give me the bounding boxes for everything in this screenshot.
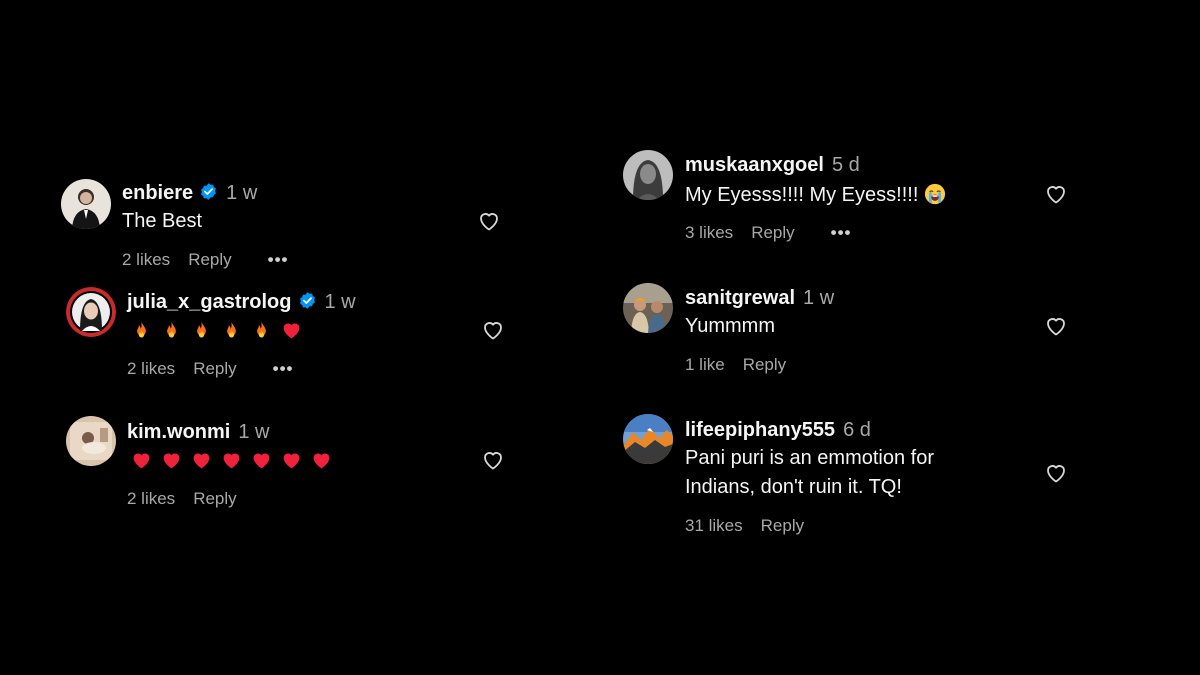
more-options-button[interactable]: ••• bbox=[268, 249, 289, 271]
heart-icon[interactable] bbox=[1044, 314, 1068, 338]
red-heart-emoji-icon bbox=[281, 320, 302, 341]
likes-count[interactable]: 2 likes bbox=[122, 249, 170, 271]
reply-button[interactable]: Reply bbox=[188, 249, 231, 271]
emoji-row bbox=[131, 450, 332, 471]
comment-text-line-2: Indians, don't ruin it. TQ! bbox=[685, 476, 902, 498]
comment-text-row: My Eyesss!!!! My Eyess!!!! bbox=[685, 180, 946, 210]
likes-count[interactable]: 31 likes bbox=[685, 515, 743, 537]
fire-emoji-icon bbox=[251, 320, 272, 341]
username[interactable]: lifeepiphany555 bbox=[685, 419, 835, 441]
fire-emoji-icon bbox=[131, 320, 152, 341]
comment-text: My Eyesss!!!! My Eyess!!!! bbox=[685, 184, 919, 206]
reply-button[interactable]: Reply bbox=[743, 354, 786, 376]
fire-emoji-icon bbox=[161, 320, 182, 341]
username[interactable]: enbiere bbox=[122, 182, 193, 204]
emoji-row bbox=[131, 320, 302, 341]
avatar-julia[interactable] bbox=[66, 287, 116, 337]
red-heart-emoji-icon bbox=[251, 450, 272, 471]
avatar-enbiere[interactable] bbox=[61, 179, 111, 229]
timestamp: 6 d bbox=[843, 419, 871, 441]
fire-emoji-icon bbox=[191, 320, 212, 341]
heart-icon[interactable] bbox=[481, 318, 505, 342]
username[interactable]: muskaanxgoel bbox=[685, 154, 824, 176]
avatar-sanit[interactable] bbox=[623, 283, 673, 333]
red-heart-emoji-icon bbox=[191, 450, 212, 471]
username[interactable]: julia_x_gastrolog bbox=[127, 291, 292, 313]
avatar-kim[interactable] bbox=[66, 416, 116, 466]
likes-count[interactable]: 3 likes bbox=[685, 222, 733, 244]
timestamp: 1 w bbox=[238, 421, 270, 443]
timestamp: 5 d bbox=[831, 154, 860, 176]
heart-icon[interactable] bbox=[481, 448, 505, 472]
likes-count[interactable]: 2 likes bbox=[127, 488, 175, 510]
timestamp: 1 w bbox=[324, 291, 356, 313]
more-options-button[interactable]: ••• bbox=[831, 222, 852, 244]
red-heart-emoji-icon bbox=[281, 450, 302, 471]
heart-icon[interactable] bbox=[477, 209, 501, 233]
timestamp: 1 w bbox=[226, 182, 258, 204]
red-heart-emoji-icon bbox=[131, 450, 152, 471]
reply-button[interactable]: Reply bbox=[761, 515, 804, 537]
heart-icon[interactable] bbox=[1044, 461, 1068, 485]
avatar-muskaan[interactable] bbox=[623, 150, 673, 200]
comment-text: Yummmm bbox=[685, 315, 775, 337]
fire-emoji-icon bbox=[221, 320, 242, 341]
reply-button[interactable]: Reply bbox=[751, 222, 794, 244]
comment-text-line-1: Pani puri is an emmotion for bbox=[685, 447, 935, 469]
reply-button[interactable]: Reply bbox=[193, 488, 236, 510]
likes-count[interactable]: 1 like bbox=[685, 354, 725, 376]
more-options-button[interactable]: ••• bbox=[273, 358, 294, 380]
reply-button[interactable]: Reply bbox=[193, 358, 236, 380]
verified-badge-icon bbox=[199, 182, 218, 207]
timestamp: 1 w bbox=[803, 287, 835, 309]
comment-text: The Best bbox=[122, 210, 203, 232]
avatar-lifeepiphany[interactable] bbox=[623, 414, 673, 464]
red-heart-emoji-icon bbox=[221, 450, 242, 471]
username[interactable]: kim.wonmi bbox=[127, 421, 230, 443]
red-heart-emoji-icon bbox=[311, 450, 332, 471]
likes-count[interactable]: 2 likes bbox=[127, 358, 175, 380]
loudly-crying-face-emoji-icon bbox=[924, 183, 946, 205]
red-heart-emoji-icon bbox=[161, 450, 182, 471]
heart-icon[interactable] bbox=[1044, 182, 1068, 206]
comments-page: enbiere 1 w The Best 2 likes Reply ••• ju… bbox=[0, 0, 1200, 675]
username[interactable]: sanitgrewal bbox=[685, 287, 795, 309]
verified-badge-icon bbox=[298, 291, 317, 316]
